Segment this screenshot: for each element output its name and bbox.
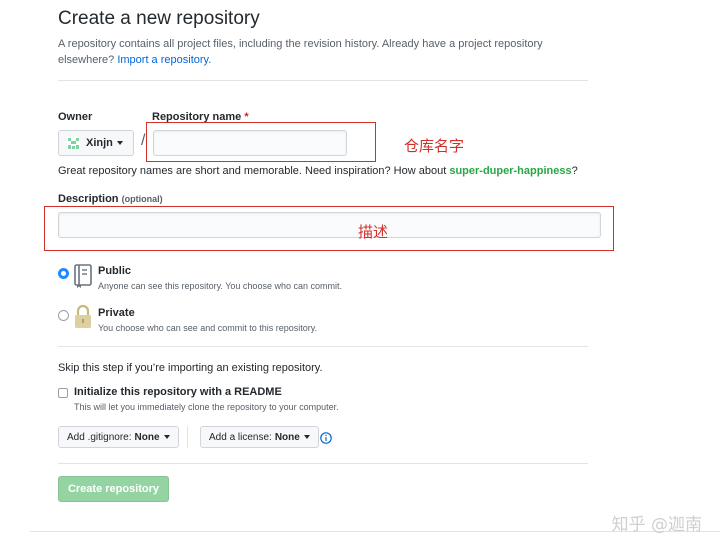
- page-subtitle: A repository contains all project files,…: [58, 36, 598, 68]
- repo-book-icon: [73, 264, 93, 288]
- divider: [58, 463, 588, 464]
- name-hint: Great repository names are short and mem…: [58, 165, 578, 177]
- lock-icon: [73, 304, 93, 330]
- watermark: 知乎 @迦南: [611, 515, 702, 535]
- divider: [58, 346, 588, 347]
- chevron-down-icon: [116, 141, 123, 145]
- page-title: Create a new repository: [58, 8, 260, 29]
- private-radio[interactable]: [58, 310, 69, 321]
- gitignore-label: Add .gitignore:: [67, 431, 132, 443]
- skip-text: Skip this step if you’re importing an ex…: [58, 362, 323, 374]
- description-input[interactable]: [58, 212, 601, 238]
- import-repository-link[interactable]: Import a repository.: [117, 54, 211, 66]
- hint-suffix: ?: [571, 165, 578, 177]
- divider: [58, 80, 588, 81]
- public-title: Public: [98, 265, 132, 277]
- info-icon[interactable]: [320, 431, 332, 444]
- private-description: You choose who can see and commit to thi…: [98, 323, 318, 333]
- license-dropdown[interactable]: Add a license: None: [200, 426, 319, 448]
- description-label-text: Description: [58, 193, 119, 205]
- hint-prefix: Great repository names are short and mem…: [58, 165, 447, 177]
- owner-avatar: [67, 136, 80, 150]
- dropdown-separator: [187, 426, 188, 448]
- private-title: Private: [98, 307, 135, 319]
- create-repository-button[interactable]: Create repository: [58, 476, 169, 502]
- chevron-down-icon: [163, 435, 170, 439]
- public-radio[interactable]: [58, 268, 69, 279]
- description-label: Description (optional): [58, 193, 163, 205]
- description-annotation: 描述: [358, 223, 389, 241]
- gitignore-value: None: [134, 431, 160, 443]
- owner-repo-separator: /: [141, 132, 146, 149]
- owner-name: Xinjn: [86, 137, 113, 149]
- name-suggestion[interactable]: super-duper-happiness: [449, 165, 571, 177]
- license-value: None: [274, 431, 300, 443]
- license-label: Add a license:: [209, 431, 272, 443]
- readme-title: Initialize this repository with a README: [74, 386, 282, 398]
- optional-tag: (optional): [121, 194, 163, 204]
- owner-dropdown[interactable]: Xinjn: [58, 130, 134, 156]
- chevron-down-icon: [303, 435, 310, 439]
- repo-name-input[interactable]: [153, 130, 347, 156]
- gitignore-dropdown[interactable]: Add .gitignore: None: [58, 426, 179, 448]
- public-description: Anyone can see this repository. You choo…: [98, 281, 342, 291]
- repo-name-annotation: 仓库名字: [404, 137, 465, 155]
- identicon-icon: [67, 136, 80, 150]
- owner-label: Owner: [58, 111, 93, 123]
- readme-checkbox[interactable]: [58, 388, 68, 398]
- readme-description: This will let you immediately clone the …: [74, 402, 339, 412]
